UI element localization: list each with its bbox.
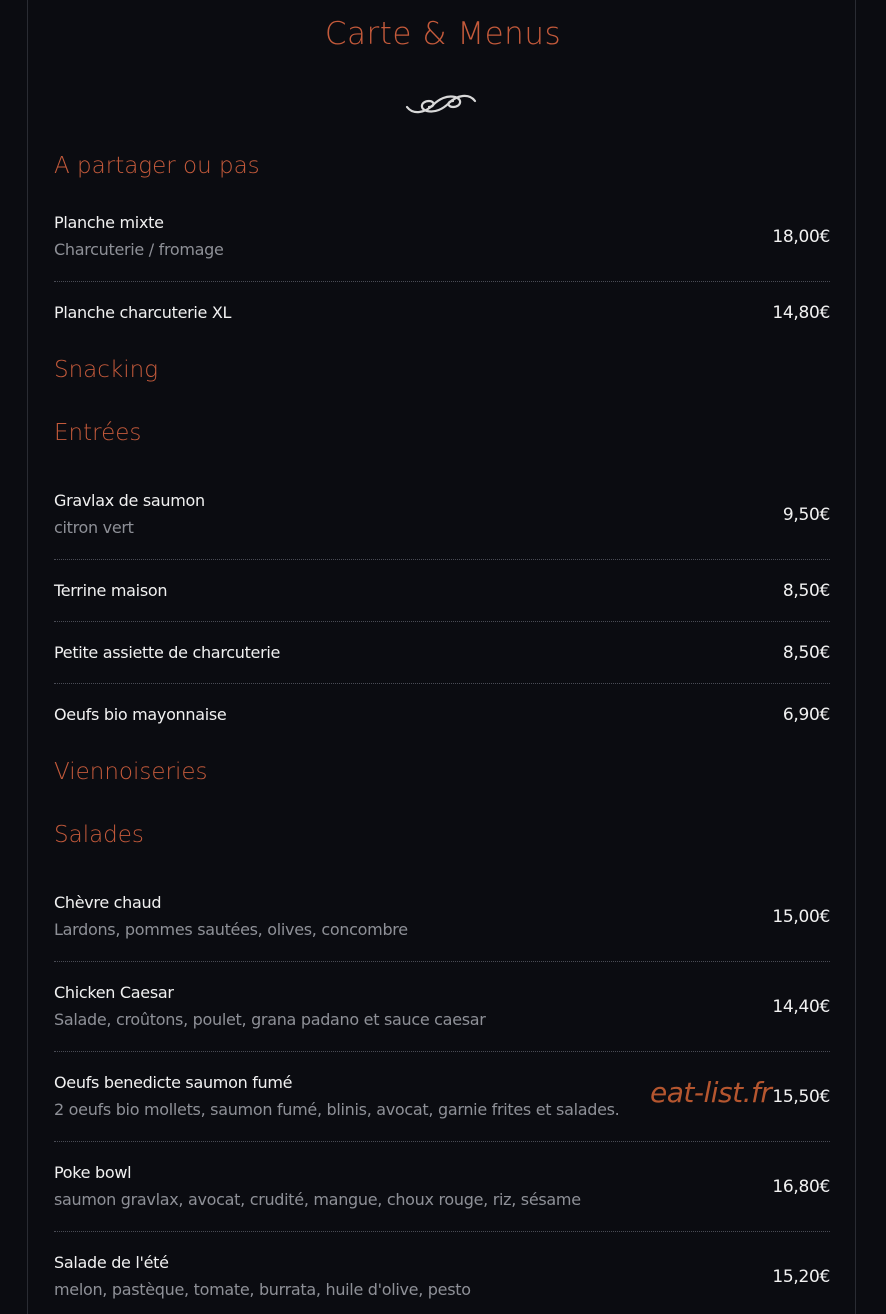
- item-description: citron vert: [54, 517, 134, 537]
- page-title: Carte & Menus: [324, 16, 562, 52]
- frame-right-border: [855, 0, 856, 1314]
- item-price: 15,50€: [772, 1086, 830, 1107]
- item-price: 8,50€: [782, 580, 830, 601]
- item-name: Chèvre chaud: [54, 892, 162, 912]
- item-price: 6,90€: [782, 705, 830, 725]
- item-name: Poke bowl: [54, 1162, 132, 1182]
- menu-item: Poke bowl saumon gravlax, avocat, crudit…: [54, 1142, 830, 1232]
- item-name: Planche mixte: [54, 212, 164, 232]
- menu-item: Petite assiette de charcuterie 8,50€: [54, 622, 830, 684]
- item-price: 8,50€: [782, 642, 830, 663]
- section-title-snacking: Snacking: [54, 357, 159, 383]
- section-title-viennoiseries: Viennoiseries: [54, 759, 208, 785]
- item-name: Petite assiette de charcuterie: [54, 642, 281, 662]
- item-description: Lardons, pommes sautées, olives, concomb…: [54, 919, 408, 939]
- item-description: melon, pastèque, tomate, burrata, huile …: [54, 1280, 471, 1299]
- menu-item: Planche charcuterie XL 14,80€: [54, 282, 830, 344]
- item-name: Salade de l'été: [54, 1253, 169, 1272]
- item-description: Charcuterie / fromage: [54, 239, 224, 259]
- item-price: 15,00€: [772, 906, 830, 927]
- item-price: 14,40€: [772, 996, 830, 1017]
- section-title-salades: Salades: [54, 822, 144, 848]
- item-name: Planche charcuterie XL: [54, 303, 232, 322]
- item-price: 14,80€: [772, 303, 830, 323]
- item-name: Terrine maison: [54, 580, 168, 600]
- menu-item: Chèvre chaud Lardons, pommes sautées, ol…: [54, 872, 830, 962]
- menu-item: Terrine maison 8,50€: [54, 560, 830, 622]
- menu-item: Planche mixte Charcuterie / fromage 18,0…: [54, 192, 830, 282]
- menu-item: Chicken Caesar Salade, croûtons, poulet,…: [54, 962, 830, 1052]
- item-description: Salade, croûtons, poulet, grana padano e…: [54, 1009, 486, 1029]
- item-price: 15,20€: [772, 1267, 830, 1287]
- menu-item: Oeufs bio mayonnaise 6,90€: [54, 684, 830, 746]
- item-name: Chicken Caesar: [54, 982, 174, 1002]
- item-name: Oeufs bio mayonnaise: [54, 705, 227, 724]
- item-name: Gravlax de saumon: [54, 490, 205, 510]
- menu-item: Salade de l'été melon, pastèque, tomate,…: [54, 1232, 830, 1314]
- menu-item: Gravlax de saumon citron vert 9,50€: [54, 470, 830, 560]
- item-description: 2 oeufs bio mollets, saumon fumé, blinis…: [54, 1099, 620, 1119]
- item-price: 9,50€: [782, 504, 830, 525]
- flourish-ornament-icon: [405, 94, 477, 114]
- item-description: saumon gravlax, avocat, crudité, mangue,…: [54, 1189, 581, 1209]
- watermark-text: eat-list.fr: [650, 1076, 772, 1109]
- frame-left-border: [27, 0, 28, 1314]
- item-name: Oeufs benedicte saumon fumé: [54, 1072, 293, 1092]
- section-title-entrees: Entrées: [54, 420, 142, 446]
- menu-list: A partager ou pas Planche mixte Charcute…: [54, 140, 830, 1314]
- menu-page: Carte & Menus A partager ou pas Planche …: [0, 0, 886, 1314]
- item-price: 16,80€: [772, 1176, 830, 1197]
- item-price: 18,00€: [772, 226, 830, 247]
- section-title-a-partager: A partager ou pas: [54, 153, 260, 179]
